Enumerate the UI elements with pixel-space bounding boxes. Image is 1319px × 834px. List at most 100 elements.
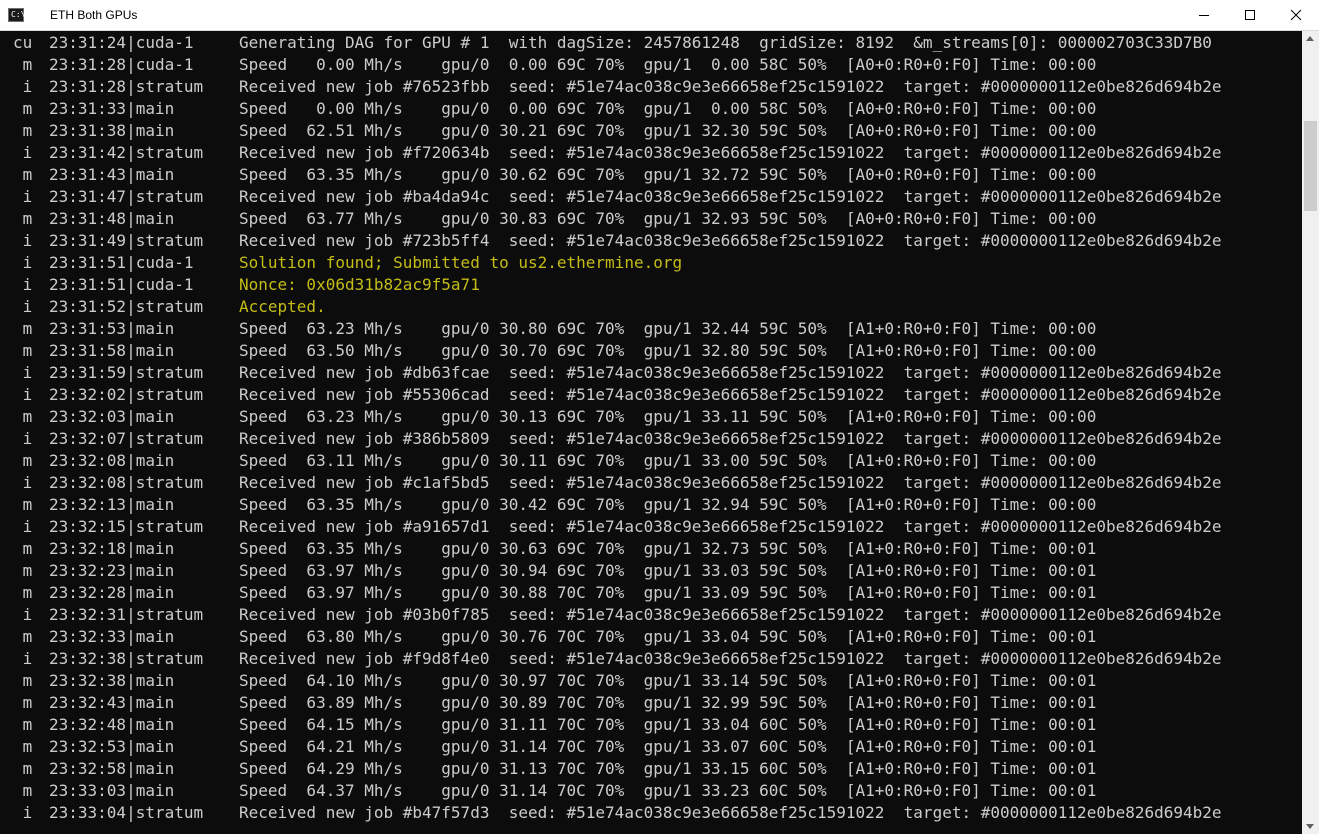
line-type: m [13, 671, 33, 690]
line-source: 23:31:33|main [49, 99, 175, 118]
line-type: i [13, 429, 33, 448]
line-message: Received new job #76523fbb seed: #51e74a… [239, 77, 1222, 96]
vertical-scrollbar[interactable] [1302, 31, 1319, 834]
close-button[interactable] [1273, 0, 1319, 30]
line-source: 23:32:38|stratum [49, 649, 204, 668]
line-message: Received new job #ba4da94c seed: #51e74a… [239, 187, 1222, 206]
line-source: 23:31:24|cuda-1 [49, 33, 194, 52]
line-message: Received new job #db63fcae seed: #51e74a… [239, 363, 1222, 382]
line-type: m [13, 451, 33, 470]
line-source: 23:32:07|stratum [49, 429, 204, 448]
console-line: i 23:31:51|cuda-1 Nonce: 0x06d31b82ac9f5a7… [13, 274, 1222, 296]
console-line: m 23:32:48|main Speed 64.15 Mh/s gpu/0 31.… [13, 714, 1222, 736]
line-source: 23:32:33|main [49, 627, 175, 646]
line-type: m [13, 121, 33, 140]
line-type: i [13, 605, 33, 624]
line-message: Speed 63.35 Mh/s gpu/0 30.62 69C 70% gpu… [239, 165, 1097, 184]
line-type: m [13, 55, 33, 74]
console-line: i 23:31:51|cuda-1 Solution found; Submitte… [13, 252, 1222, 274]
console-line: i 23:32:38|stratum Received new job #f9d8f… [13, 648, 1222, 670]
line-message: Speed 0.00 Mh/s gpu/0 0.00 69C 70% gpu/1… [239, 55, 1097, 74]
line-source: 23:32:18|main [49, 539, 175, 558]
line-type: m [13, 693, 33, 712]
line-message: Received new job #f9d8f4e0 seed: #51e74a… [239, 649, 1222, 668]
line-source: 23:32:08|stratum [49, 473, 204, 492]
console-lines: cu 23:31:24|cuda-1 Generating DAG for GPU … [13, 32, 1222, 824]
line-source: 23:31:28|cuda-1 [49, 55, 194, 74]
cmd-icon-text: C:\ [11, 10, 26, 19]
line-source: 23:32:13|main [49, 495, 175, 514]
line-message: Speed 64.15 Mh/s gpu/0 31.11 70C 70% gpu… [239, 715, 1097, 734]
line-message: Accepted. [239, 297, 326, 316]
line-type: i [13, 363, 33, 382]
line-message: Nonce: 0x06d31b82ac9f5a71 [239, 275, 480, 294]
line-message: Speed 63.23 Mh/s gpu/0 30.80 69C 70% gpu… [239, 319, 1097, 338]
line-message: Speed 64.21 Mh/s gpu/0 31.14 70C 70% gpu… [239, 737, 1097, 756]
console-line: m 23:32:23|main Speed 63.97 Mh/s gpu/0 30.… [13, 560, 1222, 582]
line-source: 23:32:28|main [49, 583, 175, 602]
line-message: Speed 63.89 Mh/s gpu/0 30.89 70C 70% gpu… [239, 693, 1097, 712]
line-message: Received new job #a91657d1 seed: #51e74a… [239, 517, 1222, 536]
line-message: Speed 64.29 Mh/s gpu/0 31.13 70C 70% gpu… [239, 759, 1097, 778]
line-type: m [13, 99, 33, 118]
line-type: m [13, 737, 33, 756]
console-line: m 23:31:28|cuda-1 Speed 0.00 Mh/s gpu/0 0.… [13, 54, 1222, 76]
line-type: i [13, 187, 33, 206]
title-bar: C:\ ETH Both GPUs [0, 0, 1319, 31]
line-source: 23:31:59|stratum [49, 363, 204, 382]
line-type: m [13, 759, 33, 778]
line-source: 23:31:52|stratum [49, 297, 204, 316]
scrollbar-thumb[interactable] [1304, 121, 1317, 211]
line-type: i [13, 143, 33, 162]
line-message: Received new job #386b5809 seed: #51e74a… [239, 429, 1222, 448]
line-source: 23:31:51|cuda-1 [49, 253, 194, 272]
line-message: Received new job #55306cad seed: #51e74a… [239, 385, 1222, 404]
line-message: Speed 64.10 Mh/s gpu/0 30.97 70C 70% gpu… [239, 671, 1097, 690]
line-message: Speed 62.51 Mh/s gpu/0 30.21 69C 70% gpu… [239, 121, 1097, 140]
line-type: m [13, 319, 33, 338]
line-source: 23:32:38|main [49, 671, 175, 690]
maximize-button[interactable] [1227, 0, 1273, 30]
line-message: Received new job #723b5ff4 seed: #51e74a… [239, 231, 1222, 250]
console-line: cu 23:31:24|cuda-1 Generating DAG for GPU … [13, 32, 1222, 54]
line-source: 23:32:31|stratum [49, 605, 204, 624]
line-type: i [13, 517, 33, 536]
console-line: i 23:32:02|stratum Received new job #55306… [13, 384, 1222, 406]
line-type: m [13, 583, 33, 602]
line-type: m [13, 539, 33, 558]
line-type: m [13, 165, 33, 184]
line-source: 23:31:51|cuda-1 [49, 275, 194, 294]
line-source: 23:31:49|stratum [49, 231, 204, 250]
line-source: 23:31:58|main [49, 341, 175, 360]
line-type: m [13, 627, 33, 646]
console-line: m 23:32:38|main Speed 64.10 Mh/s gpu/0 30.… [13, 670, 1222, 692]
line-message: Received new job #b47f57d3 seed: #51e74a… [239, 803, 1222, 822]
scroll-up-icon[interactable] [1306, 36, 1314, 41]
line-source: 23:32:08|main [49, 451, 175, 470]
console-line: m 23:31:33|main Speed 0.00 Mh/s gpu/0 0.00… [13, 98, 1222, 120]
line-type: m [13, 407, 33, 426]
line-message: Speed 0.00 Mh/s gpu/0 0.00 69C 70% gpu/1… [239, 99, 1097, 118]
line-message: Speed 63.11 Mh/s gpu/0 30.11 69C 70% gpu… [239, 451, 1097, 470]
console-output[interactable]: cu 23:31:24|cuda-1 Generating DAG for GPU … [0, 31, 1302, 834]
console-line: m 23:32:28|main Speed 63.97 Mh/s gpu/0 30.… [13, 582, 1222, 604]
console-line: m 23:31:48|main Speed 63.77 Mh/s gpu/0 30.… [13, 208, 1222, 230]
line-source: 23:32:23|main [49, 561, 175, 580]
cmd-icon[interactable]: C:\ [8, 8, 26, 22]
line-type: i [13, 275, 33, 294]
line-type: i [13, 253, 33, 272]
console-line: i 23:31:28|stratum Received new job #76523… [13, 76, 1222, 98]
scroll-down-icon[interactable] [1306, 824, 1314, 829]
line-type: i [13, 803, 33, 822]
console-line: i 23:31:42|stratum Received new job #f7206… [13, 142, 1222, 164]
console-line: m 23:31:58|main Speed 63.50 Mh/s gpu/0 30.… [13, 340, 1222, 362]
line-message: Speed 63.50 Mh/s gpu/0 30.70 69C 70% gpu… [239, 341, 1097, 360]
line-type: m [13, 495, 33, 514]
line-type: i [13, 649, 33, 668]
minimize-button[interactable] [1181, 0, 1227, 30]
console-line: i 23:31:52|stratum Accepted. [13, 296, 1222, 318]
console-line: m 23:32:03|main Speed 63.23 Mh/s gpu/0 30.… [13, 406, 1222, 428]
line-type: m [13, 561, 33, 580]
window-title: ETH Both GPUs [50, 8, 138, 22]
line-type: m [13, 781, 33, 800]
